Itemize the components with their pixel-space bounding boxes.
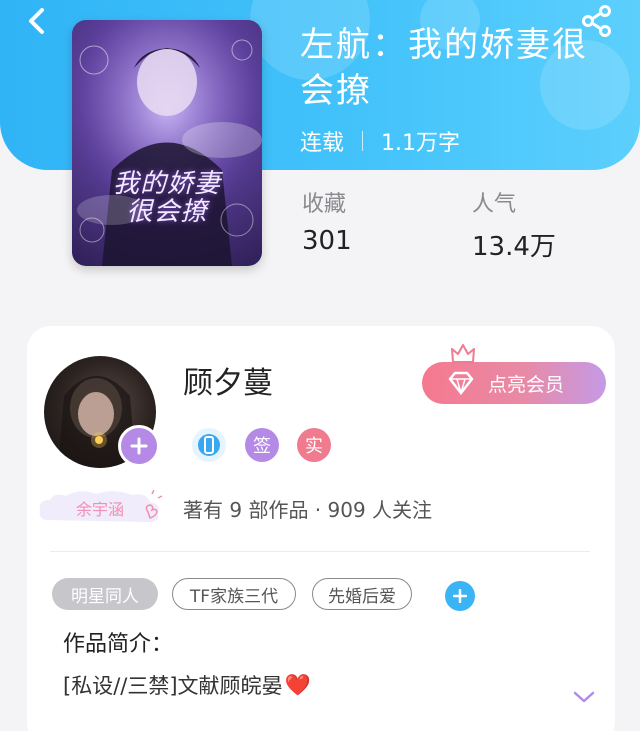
fan-title-text: 余宇涵 <box>75 500 124 519</box>
verified-badge-text: 实 <box>305 436 323 457</box>
back-arrow-icon[interactable] <box>22 6 52 36</box>
favorites-value: 301 <box>302 226 352 256</box>
intro-text-row: [私设//三禁]文献顾皖晏 ❤️ <box>63 670 311 700</box>
chevron-down-icon[interactable] <box>572 688 596 706</box>
popularity-label: 人气 <box>472 192 517 217</box>
author-works-stats: 著有 9 部作品 · 909 人关注 <box>183 498 433 522</box>
plus-icon <box>130 437 148 455</box>
diamond-icon <box>448 371 474 396</box>
add-tag-button[interactable] <box>445 581 475 611</box>
status-divider <box>362 131 364 151</box>
intro-title: 作品简介： <box>63 632 174 657</box>
book-title: 左航：我的娇妻很会撩 <box>300 25 588 111</box>
signed-badge-text: 签 <box>253 436 271 457</box>
vip-label: 点亮会员 <box>488 373 565 396</box>
tag-item[interactable]: 明星同人 <box>52 578 158 610</box>
favorites-stat: 收藏 301 <box>302 186 352 256</box>
phone-icon <box>198 434 220 456</box>
signed-badge-icon[interactable]: 签 <box>245 428 279 462</box>
card-divider <box>50 551 590 552</box>
fan-title-badge[interactable]: 余宇涵 <box>36 489 164 526</box>
phone-badge-icon[interactable] <box>192 428 226 462</box>
popularity-stat: 人气 13.4万 <box>472 186 556 263</box>
intro-text: [私设//三禁]文献顾皖晏 <box>63 674 283 698</box>
follow-author-button[interactable] <box>118 425 160 467</box>
plus-icon <box>453 589 467 603</box>
book-status-row: 连载 1.1万字 <box>300 124 460 158</box>
tag-item[interactable]: 先婚后爱 <box>312 578 412 610</box>
heart-emoji-icon: ❤️ <box>284 672 311 697</box>
author-name[interactable]: 顾夕蔓 <box>183 358 273 402</box>
word-count: 1.1万字 <box>381 131 461 156</box>
crown-icon <box>451 344 475 363</box>
serial-status: 连载 <box>300 131 345 156</box>
popularity-value: 13.4万 <box>472 232 556 262</box>
cover-art <box>72 20 262 266</box>
favorites-label: 收藏 <box>302 192 347 217</box>
tag-item[interactable]: TF家族三代 <box>172 578 296 610</box>
cover-title-text: 我的娇妻很会撩 <box>112 169 221 227</box>
book-cover[interactable]: 我的娇妻很会撩 <box>72 20 262 266</box>
verified-badge-icon[interactable]: 实 <box>297 428 331 462</box>
